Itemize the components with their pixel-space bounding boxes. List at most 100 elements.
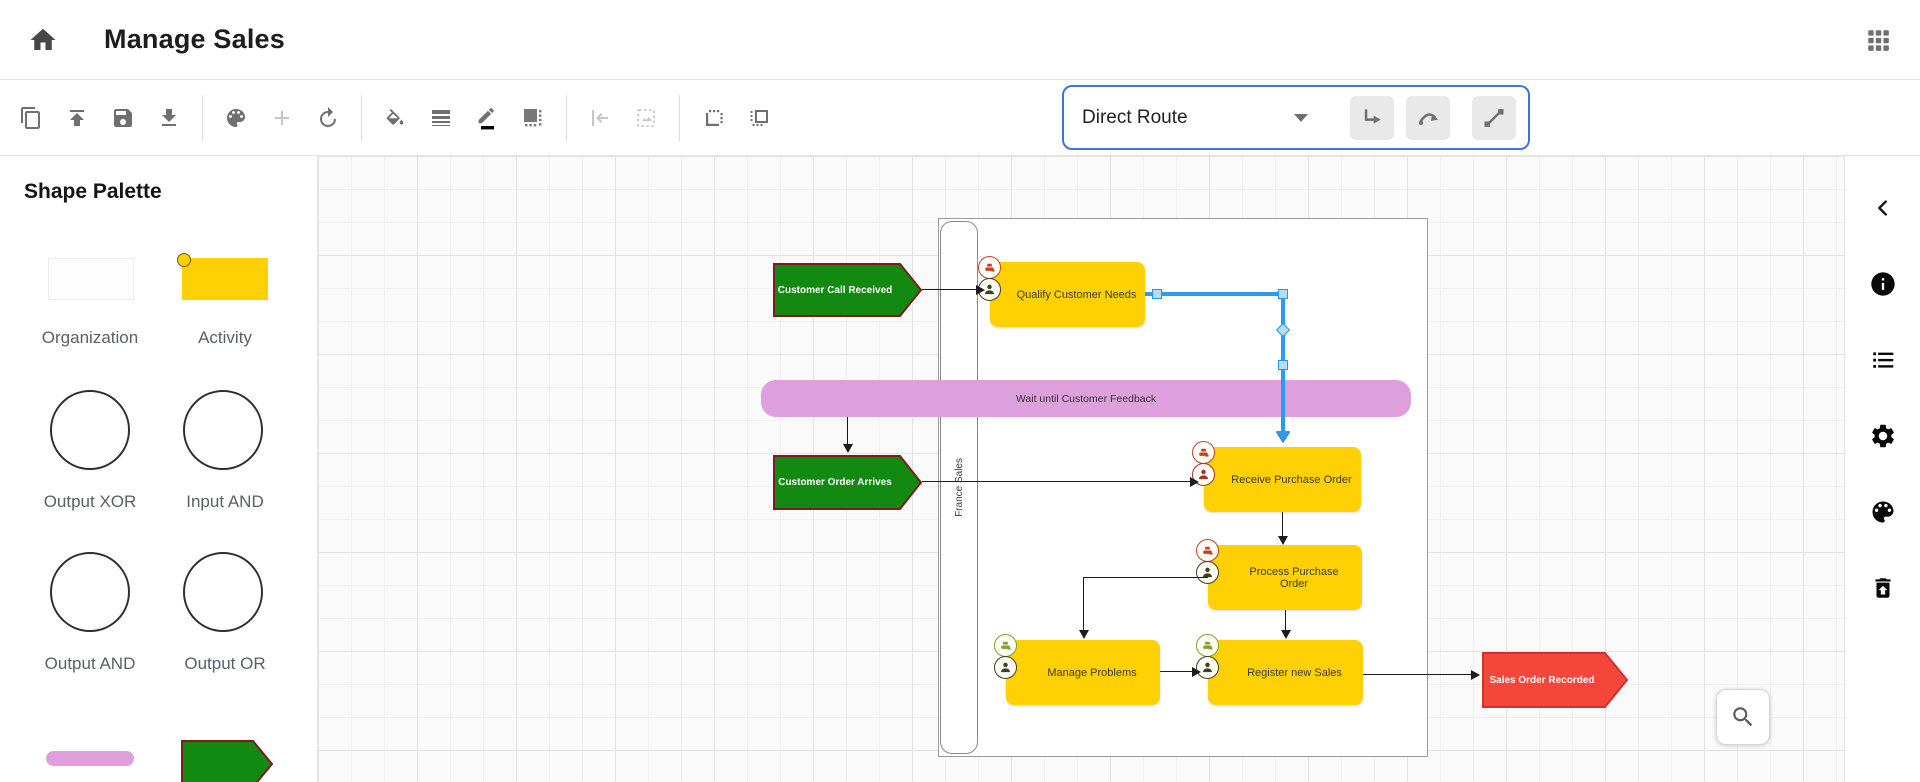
copy-button[interactable] xyxy=(8,97,54,139)
palette-shape-organization[interactable] xyxy=(48,258,134,300)
info-button[interactable] xyxy=(1869,270,1897,298)
route-dropdown-value[interactable]: Direct Route xyxy=(1082,107,1188,129)
upload-button[interactable] xyxy=(54,97,100,139)
palette-shape-input-and[interactable] xyxy=(183,390,263,470)
toolbar-separator xyxy=(361,95,362,141)
palette-shape-output-xor[interactable] xyxy=(50,390,130,470)
organization-badge-icon xyxy=(1196,634,1219,657)
node-wait-until-customer-feedback[interactable]: Wait until Customer Feedback xyxy=(761,380,1411,417)
home-button[interactable] xyxy=(26,23,60,57)
circle-shape xyxy=(183,552,263,632)
apps-grid-icon xyxy=(1865,27,1891,53)
arrowhead-icon xyxy=(1079,630,1089,639)
palette-shape-output-or[interactable] xyxy=(183,552,263,632)
orthogonal-connector-button[interactable] xyxy=(1350,96,1394,140)
connector-process-to-manage[interactable] xyxy=(1083,577,1208,578)
connector-handle[interactable] xyxy=(1278,360,1288,370)
node-register-new-sales[interactable]: Register new Sales xyxy=(1208,640,1363,705)
theme-palette-button[interactable] xyxy=(1869,498,1897,526)
save-button[interactable] xyxy=(100,97,146,139)
add-button[interactable] xyxy=(259,97,305,139)
info-icon xyxy=(1869,270,1897,298)
curved-connector-button[interactable] xyxy=(1406,96,1450,140)
chevron-down-icon[interactable] xyxy=(1294,114,1308,122)
line-weight-button[interactable] xyxy=(418,97,464,139)
node-label: Register new Sales xyxy=(1221,667,1350,679)
person-badge-icon xyxy=(1196,561,1219,584)
zoom-search-button[interactable] xyxy=(1716,689,1770,745)
download-button[interactable] xyxy=(146,97,192,139)
chevron-left-icon xyxy=(1872,197,1894,219)
connector-wait-to-order[interactable] xyxy=(847,417,848,445)
connector-register-to-recorded[interactable] xyxy=(1363,674,1473,675)
fill-color-button[interactable] xyxy=(372,97,418,139)
app-header: Manage Sales xyxy=(0,0,1920,80)
toolbar-separator xyxy=(679,95,680,141)
connector-route-group: Direct Route xyxy=(1062,85,1530,150)
search-zoom-icon xyxy=(1730,704,1756,730)
connector-manage-to-register[interactable] xyxy=(1160,671,1194,672)
shadow-button[interactable] xyxy=(510,97,556,139)
arrowhead-icon xyxy=(1278,536,1288,545)
circle-shape xyxy=(50,552,130,632)
arrowhead-icon xyxy=(1281,630,1291,639)
node-qualify-customer-needs[interactable]: Qualify Customer Needs xyxy=(990,262,1145,327)
apps-grid-button[interactable] xyxy=(1860,22,1896,58)
align-left-button[interactable] xyxy=(577,97,623,139)
connector-handle[interactable] xyxy=(1278,289,1288,299)
select-region-button[interactable] xyxy=(690,97,736,139)
connector-receive-to-process[interactable] xyxy=(1282,512,1283,537)
node-label: Customer Call Received xyxy=(773,285,923,296)
gear-icon xyxy=(1869,422,1897,450)
swimlane-france-sales[interactable]: France Sales xyxy=(940,221,978,754)
connector-process-to-register[interactable] xyxy=(1285,610,1286,631)
palette-label: Activity xyxy=(150,328,300,348)
diagram-canvas[interactable]: France Sales Wait until Customer Feedbac… xyxy=(318,156,1844,782)
node-label: Sales Order Recorded xyxy=(1482,675,1628,686)
organization-badge-icon xyxy=(1192,441,1215,464)
node-customer-order-arrives[interactable]: Customer Order Arrives xyxy=(773,455,923,510)
selected-connector-segment[interactable] xyxy=(1145,292,1285,296)
palette-label: Input AND xyxy=(150,492,300,512)
right-sidebar xyxy=(1844,156,1920,782)
palette-label: Organization xyxy=(15,328,165,348)
list-icon xyxy=(1870,347,1896,373)
rounded-bar-shape xyxy=(46,751,134,766)
connector-order-to-receive[interactable] xyxy=(922,481,1192,482)
organization-badge-icon xyxy=(994,634,1017,657)
palette-shape-event[interactable] xyxy=(181,740,273,782)
node-label: Wait until Customer Feedback xyxy=(1016,393,1156,405)
undo-button[interactable] xyxy=(305,97,351,139)
connector-process-to-manage[interactable] xyxy=(1083,577,1084,631)
collapse-panel-button[interactable] xyxy=(1869,194,1897,222)
image-button[interactable] xyxy=(623,97,669,139)
restore-trash-button[interactable] xyxy=(1869,574,1897,602)
node-label: Qualify Customer Needs xyxy=(991,289,1145,301)
list-button[interactable] xyxy=(1869,346,1897,374)
trash-restore-icon xyxy=(1870,575,1896,601)
node-process-purchase-order[interactable]: Process Purchase Order xyxy=(1208,545,1362,610)
snap-object-button[interactable] xyxy=(736,97,782,139)
toolbar-separator xyxy=(566,95,567,141)
node-label: Manage Problems xyxy=(1021,667,1144,679)
circle-shape xyxy=(50,390,130,470)
palette-shape-process-path[interactable] xyxy=(46,751,134,766)
arrowhead-icon xyxy=(1471,670,1480,680)
palette-shape-activity[interactable] xyxy=(182,258,268,300)
selected-connector-arrowhead-icon xyxy=(1276,431,1290,442)
node-manage-problems[interactable]: Manage Problems xyxy=(1006,640,1160,705)
palette-label: Output OR xyxy=(150,654,300,674)
color-palette-button[interactable] xyxy=(213,97,259,139)
node-customer-call-received[interactable]: Customer Call Received xyxy=(773,263,923,317)
settings-button[interactable] xyxy=(1869,422,1897,450)
connector-call-to-qualify[interactable] xyxy=(922,289,978,290)
palette-shape-output-and[interactable] xyxy=(50,552,130,632)
node-sales-order-recorded[interactable]: Sales Order Recorded xyxy=(1482,652,1628,708)
activity-badge-icon xyxy=(177,253,191,267)
stroke-color-button[interactable] xyxy=(464,97,510,139)
circle-shape xyxy=(183,390,263,470)
node-receive-purchase-order[interactable]: Receive Purchase Order xyxy=(1204,447,1361,512)
connector-handle[interactable] xyxy=(1152,289,1162,299)
straight-connector-button[interactable] xyxy=(1472,96,1516,140)
palette-title: Shape Palette xyxy=(24,180,162,204)
